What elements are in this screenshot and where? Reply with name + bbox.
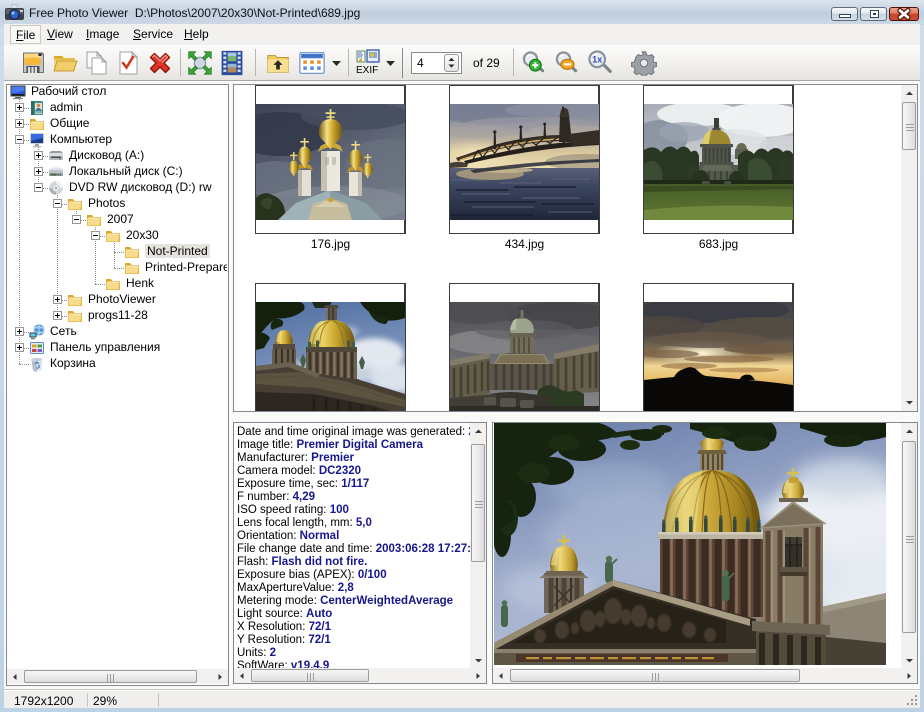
svg-text:1x: 1x bbox=[592, 55, 602, 65]
